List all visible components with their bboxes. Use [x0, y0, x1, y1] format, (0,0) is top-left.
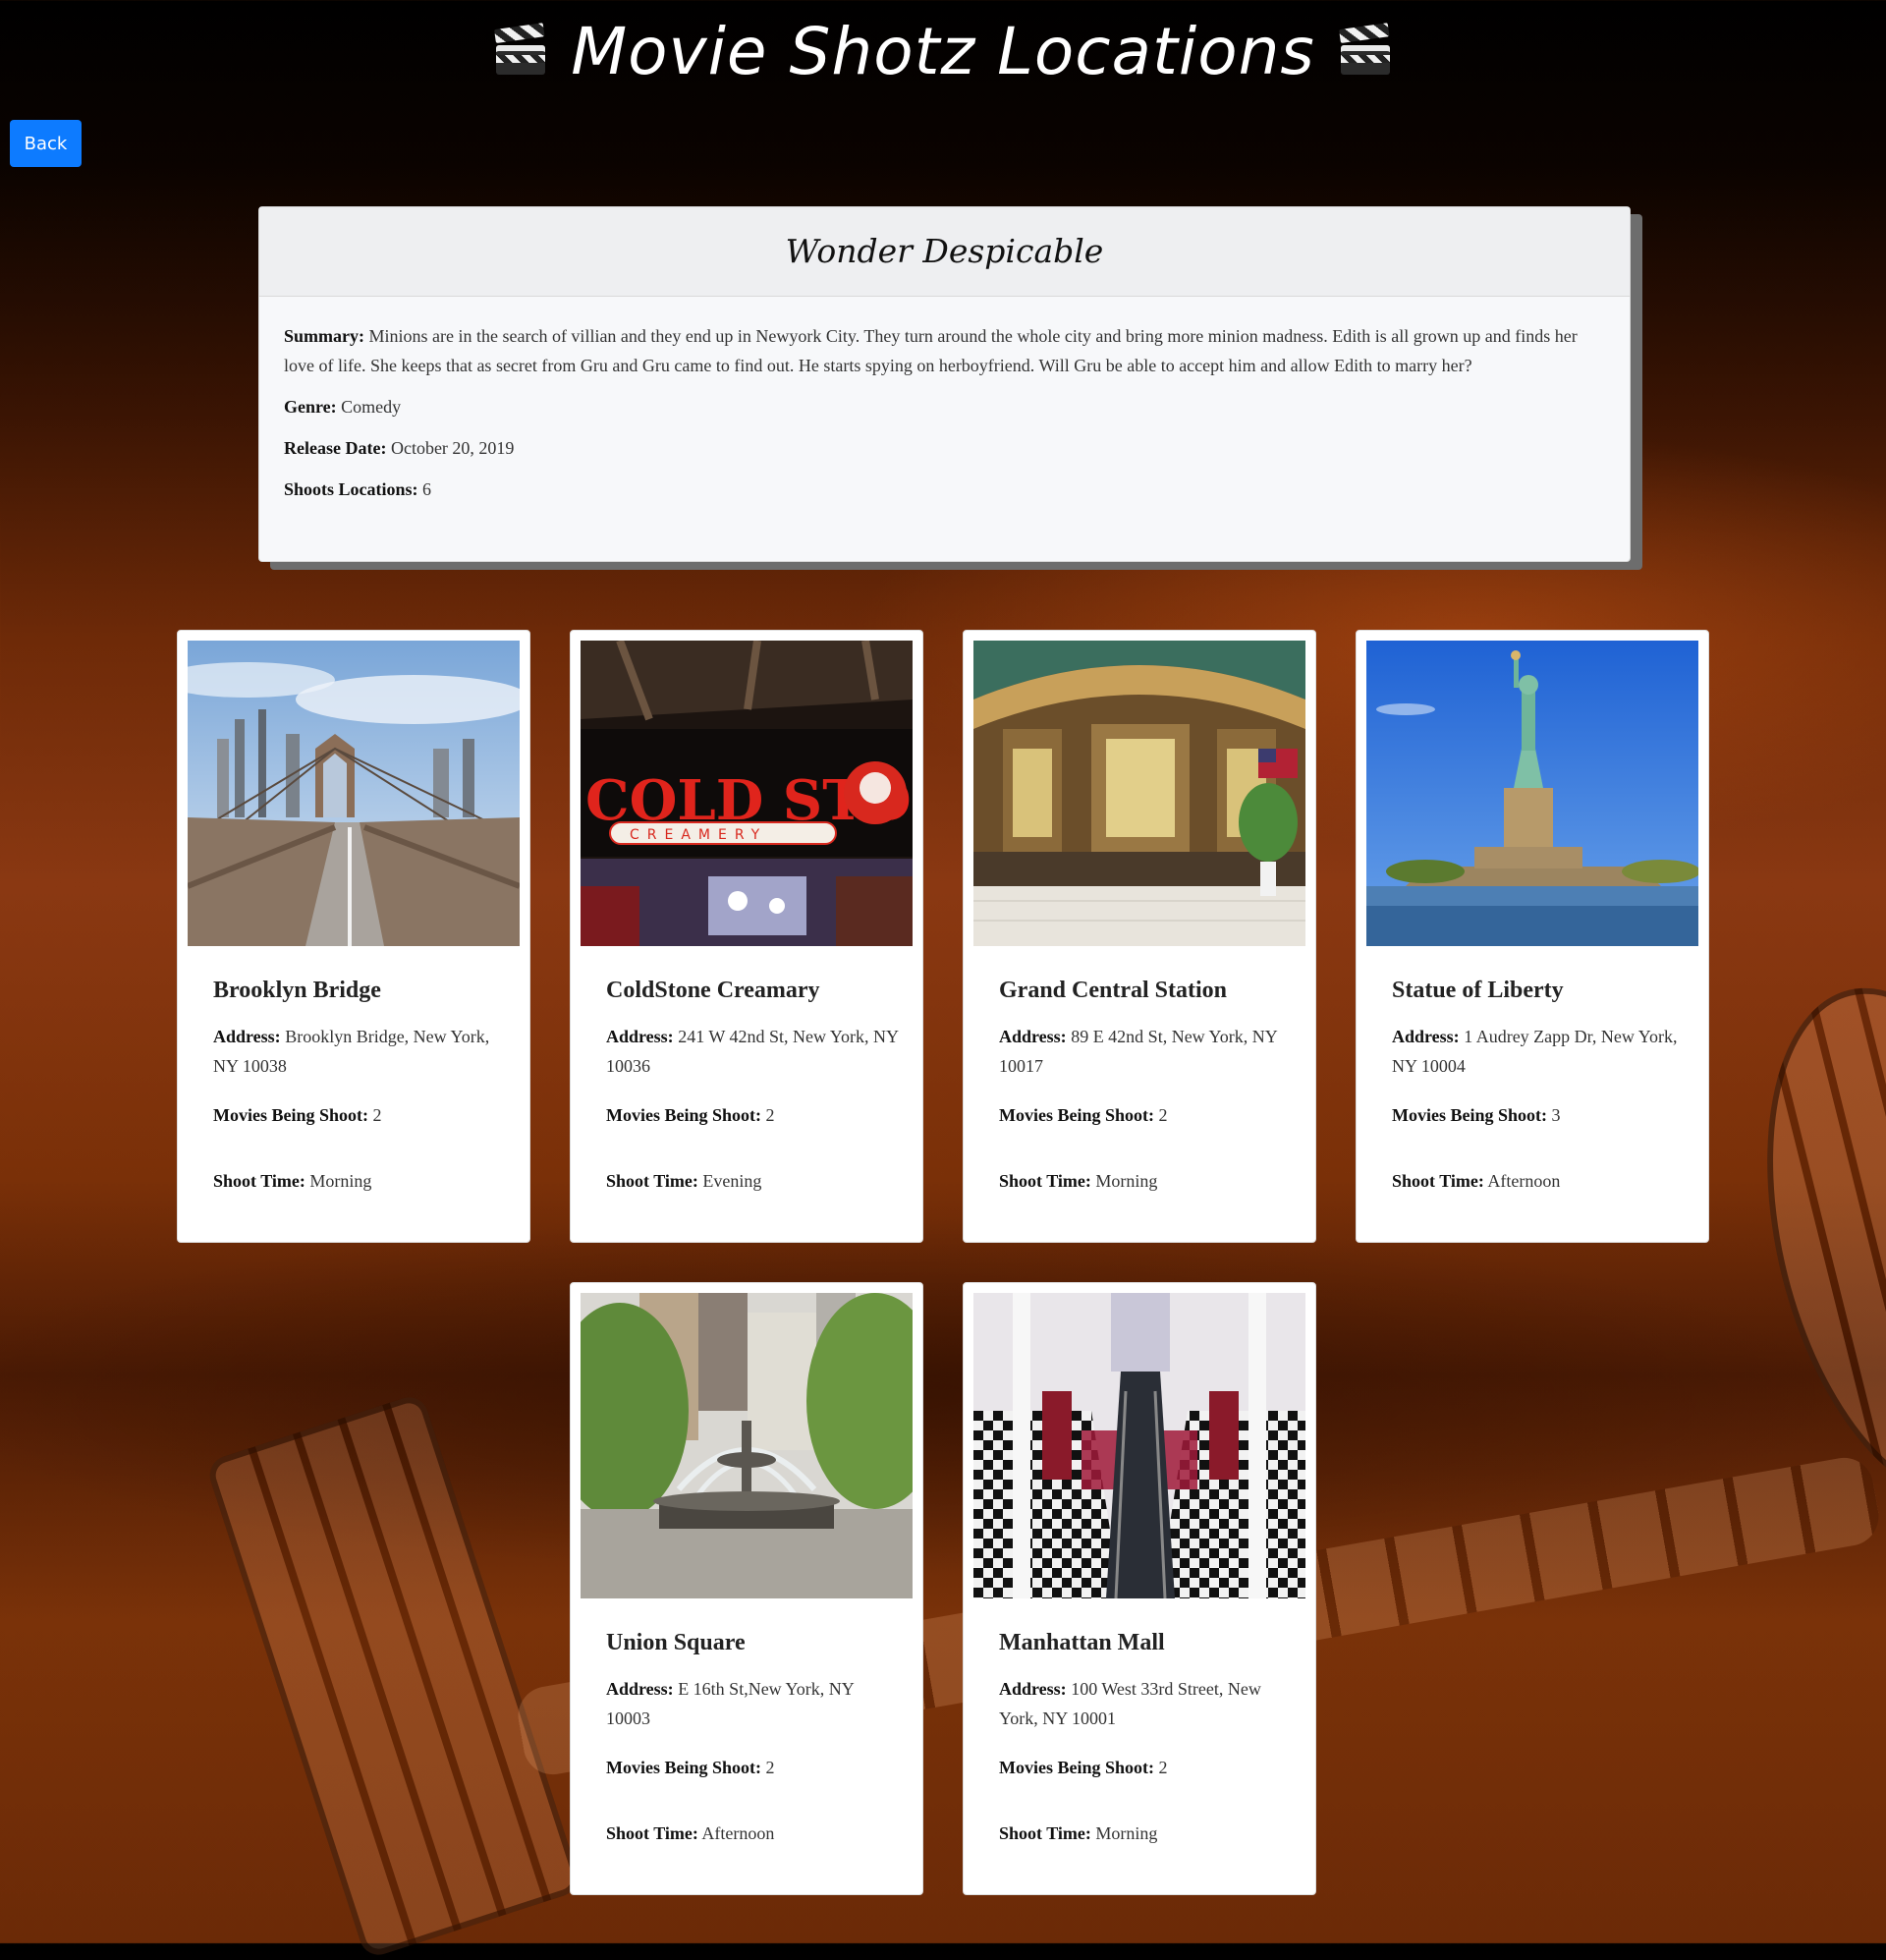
location-movies-count: Movies Being Shoot: 2 — [999, 1758, 1168, 1777]
grand-central-photo — [973, 641, 1305, 946]
location-address: Address: 89 E 42nd St, New York, NY 1001… — [999, 1027, 1278, 1076]
location-address: Address: E 16th St,New York, NY 10003 — [606, 1679, 855, 1728]
film-reel-decoration — [1718, 957, 1886, 1530]
movie-title: Wonder Despicable — [259, 207, 1630, 297]
location-shoot-time: Shoot Time: Afternoon — [606, 1823, 775, 1843]
location-address: Address: Brooklyn Bridge, New York, NY 1… — [213, 1027, 490, 1076]
location-shoot-time: Shoot Time: Morning — [999, 1823, 1158, 1843]
location-movies-count: Movies Being Shoot: 2 — [606, 1105, 775, 1125]
location-address: Address: 241 W 42nd St, New York, NY 100… — [606, 1027, 899, 1076]
clapperboard-icon — [1338, 23, 1390, 75]
movie-release-date: Release Date: October 20, 2019 — [284, 438, 515, 458]
location-movies-count: Movies Being Shoot: 2 — [606, 1758, 775, 1777]
location-movies-count: Movies Being Shoot: 3 — [1392, 1105, 1561, 1125]
location-name: Manhattan Mall — [999, 1630, 1165, 1655]
back-button[interactable]: Back — [10, 120, 82, 167]
location-shoot-time: Shoot Time: Morning — [213, 1171, 372, 1191]
page-header: Movie Shotz Locations — [0, 14, 1886, 89]
movie-locations-count: Shoots Locations: 6 — [284, 479, 432, 499]
location-shoot-time: Shoot Time: Evening — [606, 1171, 762, 1191]
location-card[interactable]: Statue of Liberty Address: 1 Audrey Zapp… — [1356, 630, 1709, 1243]
film-strip-decoration — [204, 1392, 583, 1960]
brooklyn-bridge-photo — [188, 641, 520, 946]
manhattan-mall-photo — [973, 1293, 1305, 1598]
statue-of-liberty-photo — [1366, 641, 1698, 946]
movie-details-card: Wonder Despicable Summary: Minions are i… — [258, 206, 1631, 562]
clapperboard-icon — [494, 23, 546, 75]
movie-summary: Summary: Minions are in the search of vi… — [284, 326, 1578, 375]
location-card[interactable]: Brooklyn Bridge Address: Brooklyn Bridge… — [177, 630, 530, 1243]
coldstone-creamery-photo: COLD STONE CREAMERY — [581, 641, 913, 946]
location-card[interactable]: Union Square Address: E 16th St,New York… — [570, 1282, 923, 1895]
location-movies-count: Movies Being Shoot: 2 — [213, 1105, 382, 1125]
location-card[interactable]: Manhattan Mall Address: 100 West 33rd St… — [963, 1282, 1316, 1895]
location-movies-count: Movies Being Shoot: 2 — [999, 1105, 1168, 1125]
svg-text:CREAMERY: CREAMERY — [630, 827, 767, 843]
location-address: Address: 100 West 33rd Street, New York,… — [999, 1679, 1261, 1728]
location-shoot-time: Shoot Time: Morning — [999, 1171, 1158, 1191]
location-name: Statue of Liberty — [1392, 978, 1564, 1003]
location-shoot-time: Shoot Time: Afternoon — [1392, 1171, 1561, 1191]
location-name: Union Square — [606, 1630, 746, 1655]
location-card[interactable]: COLD STONE CREAMERY ColdStone Creamary A… — [570, 630, 923, 1243]
page-title: Movie Shotz Locations — [571, 14, 1315, 89]
movie-genre: Genre: Comedy — [284, 397, 402, 417]
location-name: Brooklyn Bridge — [213, 978, 381, 1003]
location-address: Address: 1 Audrey Zapp Dr, New York, NY … — [1392, 1027, 1678, 1076]
location-card[interactable]: Grand Central Station Address: 89 E 42nd… — [963, 630, 1316, 1243]
location-name: ColdStone Creamary — [606, 978, 820, 1003]
location-name: Grand Central Station — [999, 978, 1228, 1003]
union-square-photo — [581, 1293, 913, 1598]
